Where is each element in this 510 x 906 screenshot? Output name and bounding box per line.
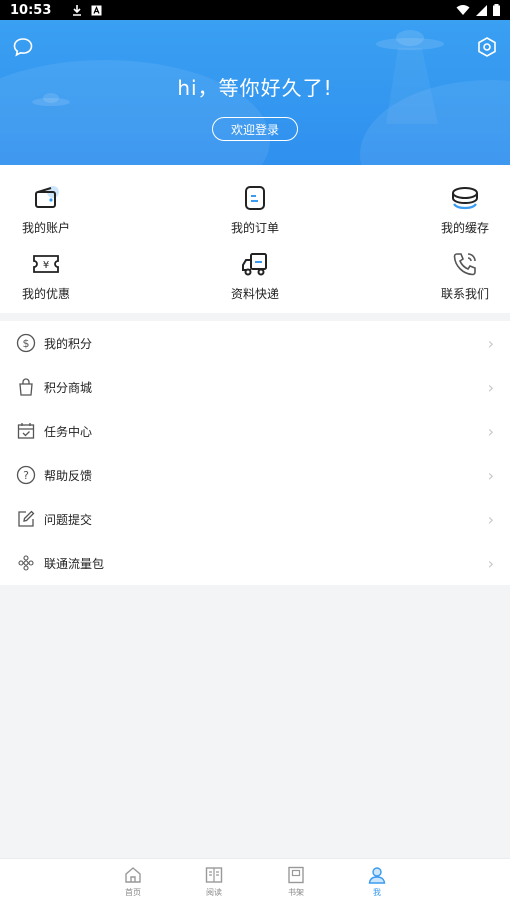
quick-actions-grid: 我的账户 我的订单 我的缓存 ¥ 我的优惠 资料快递 联系我们 [0, 165, 510, 313]
chevron-right-icon: › [487, 333, 494, 353]
login-button[interactable]: 欢迎登录 [212, 117, 298, 141]
menu-item-label: 任务中心 [44, 424, 93, 439]
calendar-check-icon [17, 423, 35, 439]
signal-icon [476, 4, 487, 16]
grid-item-coupons[interactable]: ¥ 我的优惠 [1, 249, 91, 302]
user-icon [368, 867, 386, 884]
chevron-right-icon: › [487, 421, 494, 441]
points-icon: $ [16, 333, 36, 353]
menu-item-label: 积分商城 [44, 380, 93, 395]
chevron-right-icon: › [487, 553, 494, 573]
notification-a-icon [91, 5, 102, 15]
wifi-icon [456, 5, 470, 15]
tab-label: 我 [373, 888, 381, 897]
svg-text:¥: ¥ [43, 260, 49, 271]
grid-item-label: 资料快递 [230, 287, 279, 301]
grid-item-cache[interactable]: 我的缓存 [420, 183, 510, 236]
greeting-text: hi，等你好久了! [177, 76, 333, 100]
bottom-navigation: 首页 阅读 书架 我 [0, 858, 510, 906]
grid-item-account[interactable]: 我的账户 [1, 183, 91, 236]
menu-item-label: 联通流量包 [44, 556, 105, 571]
bookshelf-icon [288, 866, 304, 884]
svg-text:?: ? [23, 469, 29, 482]
help-icon: ? [16, 465, 36, 485]
order-icon [245, 186, 265, 210]
menu-item-task-center[interactable]: 任务中心 › [0, 409, 510, 453]
grid-item-label: 我的缓存 [440, 221, 489, 235]
grid-item-label: 我的账户 [21, 221, 70, 235]
grid-item-express[interactable]: 资料快递 [210, 249, 300, 302]
grid-item-label: 我的优惠 [21, 287, 70, 301]
home-icon [125, 867, 141, 883]
grid-item-label: 我的订单 [230, 221, 279, 235]
menu-item-label: 问题提交 [44, 512, 93, 527]
tab-label: 首页 [125, 888, 141, 897]
chevron-right-icon: › [487, 509, 494, 529]
svg-text:$: $ [23, 337, 30, 350]
download-icon [73, 5, 82, 16]
menu-item-points[interactable]: $ 我的积分 › [0, 321, 510, 365]
tab-label: 阅读 [206, 888, 222, 897]
tab-label: 书架 [288, 888, 304, 897]
menu-item-label: 帮助反馈 [44, 468, 93, 483]
grid-item-label: 联系我们 [440, 287, 489, 301]
coupon-icon: ¥ [33, 255, 59, 273]
menu-item-submit-issue[interactable]: 问题提交 › [0, 497, 510, 541]
chevron-right-icon: › [487, 377, 494, 397]
tab-read[interactable]: 阅读 [194, 865, 234, 898]
grid-item-orders[interactable]: 我的订单 [210, 183, 300, 236]
tab-home[interactable]: 首页 [113, 865, 153, 898]
tab-bookshelf[interactable]: 书架 [276, 865, 316, 898]
unicom-icon [18, 555, 34, 571]
shopping-bag-icon [19, 378, 33, 396]
truck-icon [242, 253, 267, 276]
battery-icon [493, 4, 500, 16]
menu-item-help[interactable]: ? 帮助反馈 › [0, 453, 510, 497]
phone-icon [453, 253, 476, 276]
chevron-right-icon: › [487, 465, 494, 485]
menu-item-label: 我的积分 [44, 336, 93, 351]
wallet-icon [35, 186, 59, 208]
settings-icon[interactable] [476, 36, 498, 58]
cache-icon [452, 187, 478, 210]
tab-me[interactable]: 我 [357, 865, 397, 898]
message-icon[interactable] [12, 36, 34, 58]
status-bar: 10:53 [0, 0, 510, 20]
book-icon [205, 867, 223, 883]
settings-menu: $ 我的积分 › 积分商城 › 任务中心 › ? 帮助反馈 › 问题提交 › 联… [0, 321, 510, 585]
edit-icon [18, 510, 35, 527]
status-time: 10:53 [10, 2, 52, 18]
grid-item-contact[interactable]: 联系我们 [420, 249, 510, 302]
menu-item-points-mall[interactable]: 积分商城 › [0, 365, 510, 409]
profile-header: hi，等你好久了! 欢迎登录 [0, 20, 510, 165]
menu-item-unicom-data[interactable]: 联通流量包 › [0, 541, 510, 585]
